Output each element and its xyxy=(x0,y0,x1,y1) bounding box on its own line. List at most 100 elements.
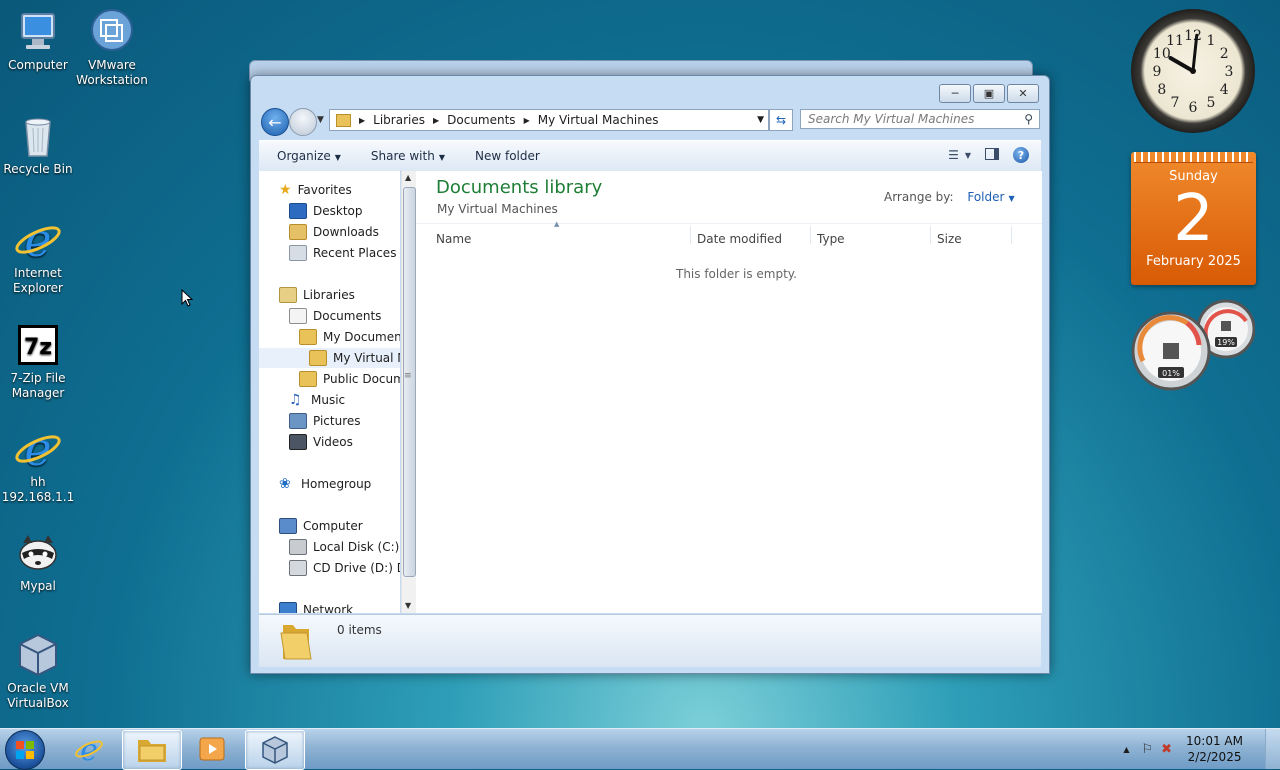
clock-face: 12 1234567891011 xyxy=(1153,28,1234,116)
nav-pictures[interactable]: Pictures xyxy=(289,411,361,431)
clock-numeral: 1 xyxy=(1207,33,1216,49)
preview-pane-button[interactable] xyxy=(985,147,999,163)
taskbar-windows-explorer[interactable] xyxy=(122,730,182,770)
nav-homegroup[interactable]: ❀ Homegroup xyxy=(279,474,371,494)
nav-libraries[interactable]: Libraries xyxy=(279,285,355,305)
nav-label: Network xyxy=(303,603,354,613)
history-dropdown-icon[interactable]: ▼ xyxy=(317,115,324,125)
nav-local-disk[interactable]: Local Disk (C:) xyxy=(289,537,399,557)
network-disconnected-icon[interactable]: ✖ xyxy=(1161,742,1172,757)
breadcrumb-separator[interactable]: ▶ xyxy=(359,116,365,125)
windows-logo-icon xyxy=(16,741,34,759)
nav-public-documents[interactable]: Public Docume xyxy=(299,369,400,389)
scroll-down-icon[interactable]: ▼ xyxy=(405,601,411,610)
nav-scrollbar[interactable]: ▲ ≡ ▼ xyxy=(401,171,416,613)
header-divider xyxy=(416,223,1042,224)
show-desktop-button[interactable] xyxy=(1265,729,1280,769)
desktop-icon-virtualbox[interactable]: Oracle VM VirtualBox xyxy=(0,631,76,711)
nav-label: Recent Places xyxy=(313,246,397,260)
folder-icon xyxy=(138,740,166,762)
clock-numeral: 4 xyxy=(1220,82,1229,98)
desktop-icon-label: Computer xyxy=(8,58,68,72)
scrollbar-thumb[interactable] xyxy=(403,187,416,577)
desktop-icon-computer[interactable]: Computer xyxy=(0,8,76,73)
taskbar-clock[interactable]: 10:01 AM 2/2/2025 xyxy=(1186,733,1243,765)
organize-menu[interactable]: Organize ▼ xyxy=(277,149,341,163)
minimize-button[interactable]: ─ xyxy=(939,84,971,103)
breadcrumb-separator[interactable]: ▶ xyxy=(524,116,530,125)
internet-explorer-icon: e xyxy=(14,422,62,476)
nav-recent-places[interactable]: Recent Places xyxy=(289,243,396,263)
calendar-gadget[interactable]: Sunday 2 February 2025 xyxy=(1131,152,1256,285)
help-button[interactable]: ? xyxy=(1013,147,1029,163)
nav-label: Music xyxy=(311,393,346,407)
nav-my-documents[interactable]: My Documents xyxy=(299,327,400,347)
forward-button[interactable] xyxy=(289,108,317,136)
desktop-icon-7zip[interactable]: 7z 7-Zip File Manager xyxy=(0,321,76,401)
nav-network[interactable]: Network xyxy=(279,600,353,613)
column-divider[interactable] xyxy=(690,226,691,244)
clock-gadget[interactable]: 12 1 2 3 4 5 6 7 8 9 10 11 xyxy=(1131,9,1255,133)
back-button[interactable]: ← xyxy=(261,108,289,136)
address-bar[interactable]: ▶ Libraries ▶ Documents ▶ My Virtual Mac… xyxy=(329,109,769,131)
desktop-icon xyxy=(289,203,307,219)
recycle-bin-icon xyxy=(14,112,62,160)
desktop-icon-recycle-bin[interactable]: Recycle Bin xyxy=(0,112,76,177)
taskbar-internet-explorer[interactable]: e xyxy=(60,730,118,768)
chevron-down-icon: ▼ xyxy=(334,153,341,162)
scroll-up-icon[interactable]: ▲ xyxy=(405,173,411,182)
svg-text:7z: 7z xyxy=(24,335,52,360)
cpu-meter-gadget[interactable]: 19% 01% xyxy=(1131,297,1256,391)
nav-favorites[interactable]: ★ Favorites xyxy=(279,180,352,200)
desktop-icon-label: Mypal xyxy=(20,579,56,593)
breadcrumb-separator[interactable]: ▶ xyxy=(433,116,439,125)
column-divider[interactable] xyxy=(1011,226,1012,244)
view-list-icon: ☰ xyxy=(948,148,959,162)
column-header-name[interactable]: Name xyxy=(436,232,471,254)
system-tray: ▲ ⚐ ✖ 10:01 AM 2/2/2025 xyxy=(1123,729,1280,769)
taskbar-media-player[interactable] xyxy=(183,730,241,768)
start-button[interactable] xyxy=(5,730,45,770)
taskbar-virtualbox[interactable] xyxy=(245,730,305,770)
nav-cd-drive[interactable]: CD Drive (D:) Dre xyxy=(289,558,400,578)
show-hidden-icons-button[interactable]: ▲ xyxy=(1123,745,1129,754)
column-header-size[interactable]: Size xyxy=(937,232,962,254)
desktop-icon-hh-shortcut[interactable]: e hh 192.168.1.1 xyxy=(0,422,76,505)
change-view-button[interactable]: ☰ xyxy=(948,148,959,162)
clock-numeral: 11 xyxy=(1166,33,1184,49)
breadcrumb-documents[interactable]: Documents xyxy=(447,113,515,127)
arrange-by-dropdown[interactable]: Folder ▼ xyxy=(967,190,1014,204)
new-folder-button[interactable]: New folder xyxy=(475,149,540,163)
folder-icon xyxy=(299,329,317,345)
nav-documents[interactable]: Documents xyxy=(289,306,381,326)
nav-downloads[interactable]: Downloads xyxy=(289,222,379,242)
desktop-icon-vmware[interactable]: VMware Workstation xyxy=(74,8,150,88)
file-list-pane[interactable]: Documents library My Virtual Machines Ar… xyxy=(416,171,1042,613)
desktop-icon-mypal[interactable]: Mypal xyxy=(0,529,76,594)
nav-videos[interactable]: Videos xyxy=(289,432,353,452)
address-dropdown-icon[interactable]: ▼ xyxy=(757,115,764,125)
computer-icon xyxy=(279,518,297,534)
refresh-button[interactable]: ⇆ xyxy=(769,109,793,131)
column-header-type[interactable]: Type xyxy=(817,232,845,254)
breadcrumb-libraries[interactable]: Libraries xyxy=(373,113,425,127)
close-button[interactable]: ✕ xyxy=(1007,84,1039,103)
maximize-button[interactable]: ▣ xyxy=(973,84,1005,103)
nav-label: Documents xyxy=(313,309,382,323)
column-header-date-modified[interactable]: Date modified xyxy=(697,232,782,254)
search-input[interactable]: Search My Virtual Machines ⚲ xyxy=(800,109,1040,129)
desktop-icon-internet-explorer[interactable]: e Internet Explorer xyxy=(0,213,76,296)
column-divider[interactable] xyxy=(810,226,811,244)
column-divider[interactable] xyxy=(930,226,931,244)
nav-desktop[interactable]: Desktop xyxy=(289,201,363,221)
nav-my-virtual-machines[interactable]: My Virtual M xyxy=(259,348,400,368)
nav-music[interactable]: ♫ Music xyxy=(289,390,345,410)
share-with-menu[interactable]: Share with ▼ xyxy=(371,149,445,163)
nav-computer[interactable]: Computer xyxy=(279,516,363,536)
nav-label: Videos xyxy=(313,435,353,449)
desktop-icon-label: VMware Workstation xyxy=(76,58,148,87)
breadcrumb-my-virtual-machines[interactable]: My Virtual Machines xyxy=(538,113,659,127)
view-options-dropdown-icon[interactable]: ▼ xyxy=(965,151,971,160)
action-center-icon[interactable]: ⚐ xyxy=(1141,742,1153,757)
memory-chip-icon xyxy=(1221,321,1231,331)
